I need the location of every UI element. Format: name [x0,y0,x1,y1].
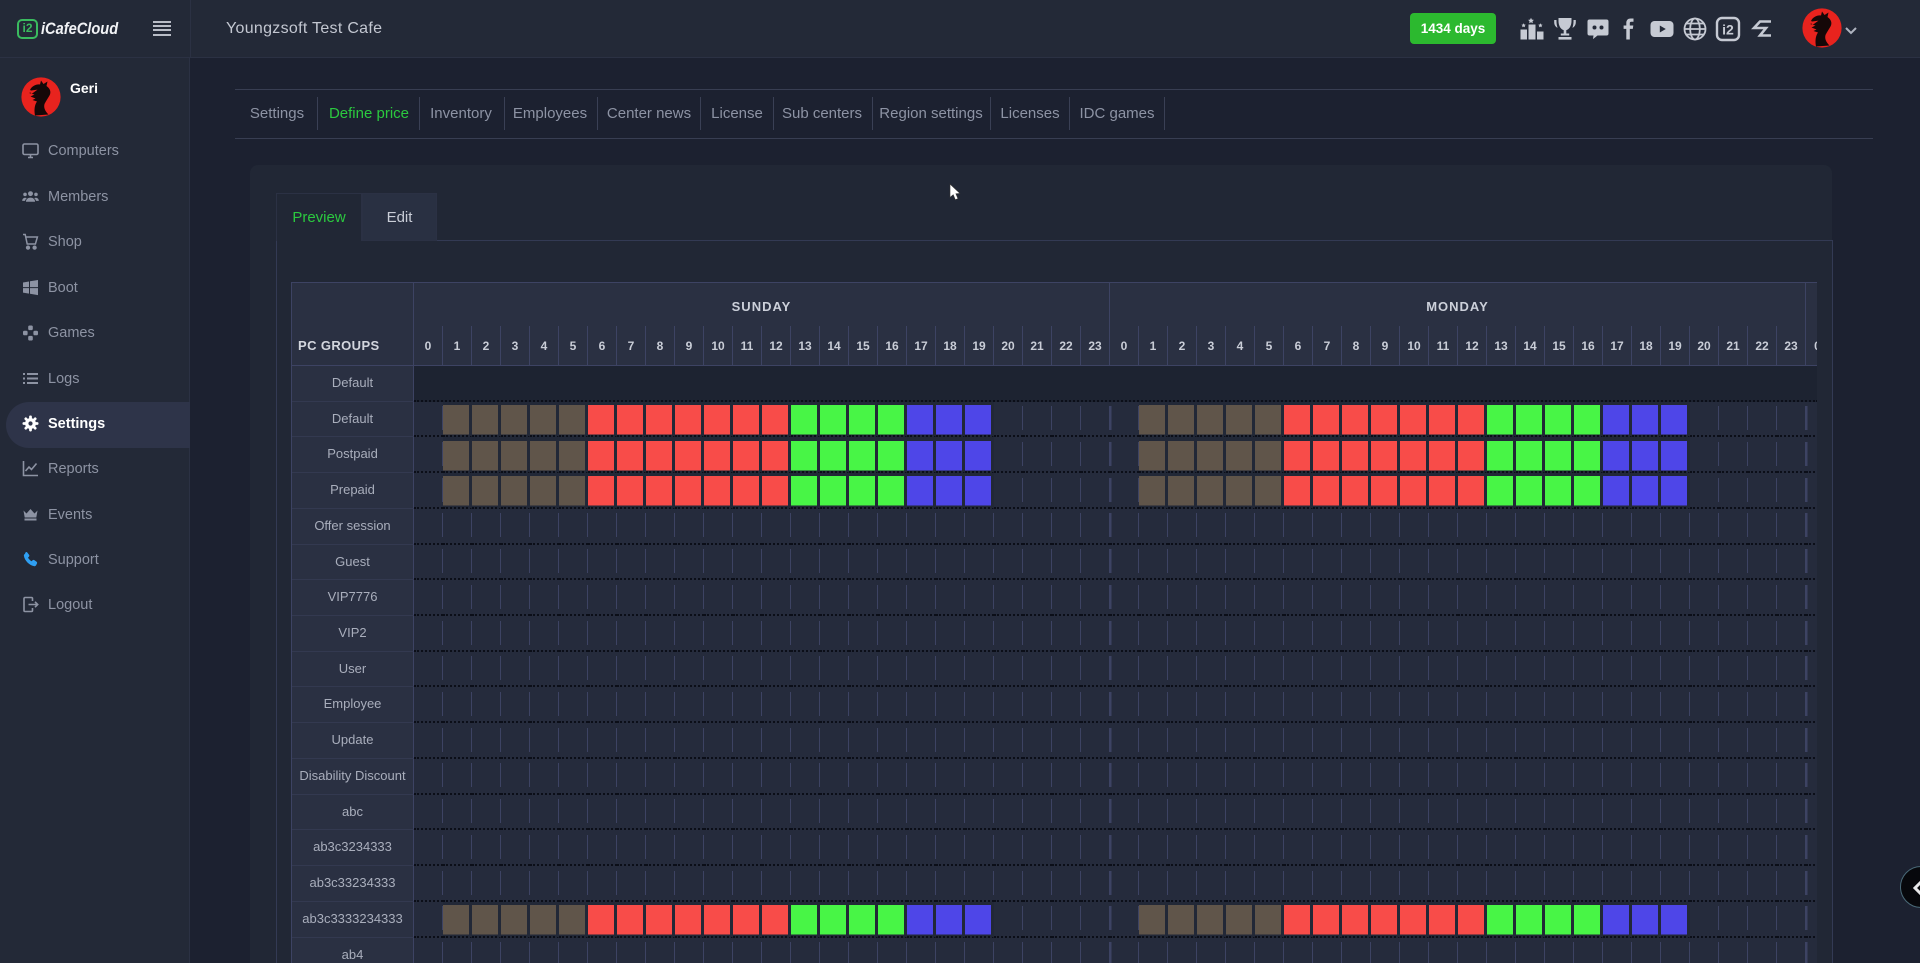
svg-text:i2: i2 [1722,22,1734,38]
